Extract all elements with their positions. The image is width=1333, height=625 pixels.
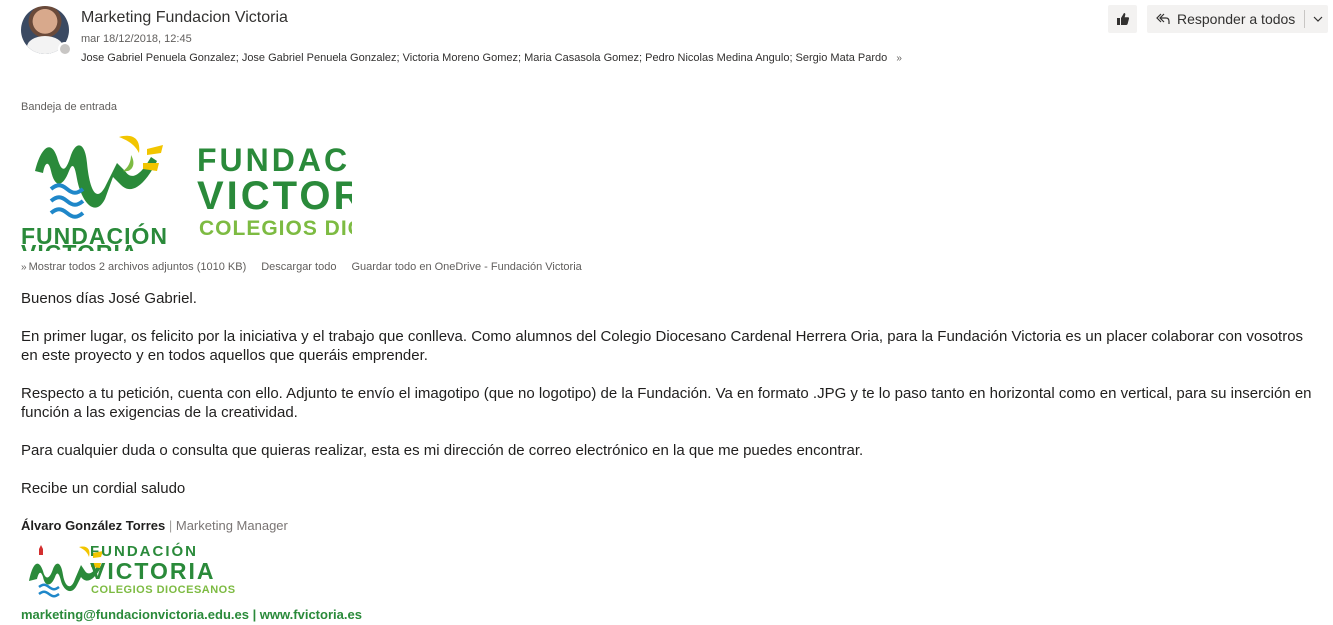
recipients-line: Jose Gabriel Penuela Gonzalez; Jose Gabr… [81, 52, 902, 64]
reply-all-button[interactable]: Responder a todos [1147, 5, 1328, 33]
button-divider [1304, 10, 1306, 28]
signature-logo-line2: VICTORIA [90, 558, 215, 584]
download-all-link[interactable]: Descargar todo [261, 261, 336, 273]
vertical-logo-line2: VICTORIA [21, 240, 138, 251]
signature-logo: FUNDACIÓN VICTORIA COLEGIOS DIOCESANOS [25, 541, 240, 599]
body-paragraph-3: Para cualquier duda o consulta que quier… [21, 442, 864, 459]
signature-role: Marketing Manager [175, 518, 288, 533]
reply-all-icon [1155, 11, 1171, 27]
folder-label[interactable]: Bandeja de entrada [21, 101, 117, 113]
message-body: Buenos días José Gabriel. En primer luga… [21, 289, 1321, 498]
attachment-thumbnails: FUNDACIÓN VICTORIA FUNDACIÓN VICTORIA CO… [21, 127, 352, 251]
presence-status-icon [58, 42, 72, 56]
horizontal-logo-line1: FUNDACIÓN [197, 142, 352, 178]
signature-logo-line3: COLEGIOS DIOCESANOS [91, 584, 236, 596]
recipients-list[interactable]: Jose Gabriel Penuela Gonzalez; Jose Gabr… [81, 52, 887, 64]
signature-name-line: Álvaro González Torres | Marketing Manag… [21, 518, 288, 533]
body-paragraph-2: Respecto a tu petición, cuenta con ello.… [21, 385, 1312, 421]
signature-separator: | [165, 518, 176, 533]
closing: Recibe un cordial saludo [21, 480, 186, 497]
chevron-down-icon[interactable] [1312, 13, 1324, 25]
message-subject: Marketing Fundacion Victoria [81, 9, 288, 26]
save-to-onedrive-link[interactable]: Guardar todo en OneDrive - Fundación Vic… [351, 261, 581, 273]
greeting: Buenos días José Gabriel. [21, 290, 197, 307]
signature-name: Álvaro González Torres [21, 518, 166, 533]
attachment-actions: » Mostrar todos 2 archivos adjuntos (101… [21, 261, 597, 273]
signature-contact[interactable]: marketing@fundacionvictoria.edu.es | www… [21, 607, 362, 622]
expand-recipients-icon[interactable]: » [896, 53, 902, 64]
message-date: mar 18/12/2018, 12:45 [81, 33, 192, 45]
horizontal-logo-line3: COLEGIOS DIOCESANOS [199, 217, 352, 240]
thumbs-up-icon [1116, 13, 1129, 25]
body-paragraph-1: En primer lugar, os felicito por la inic… [21, 328, 1304, 364]
attachment-vertical-logo[interactable]: FUNDACIÓN VICTORIA [21, 127, 187, 251]
show-all-attachments-link[interactable]: Mostrar todos 2 archivos adjuntos (1010 … [29, 261, 247, 273]
attachment-horizontal-logo[interactable]: FUNDACIÓN VICTORIA COLEGIOS DIOCESANOS [189, 127, 352, 251]
reply-all-label: Responder a todos [1177, 11, 1296, 27]
double-chevron-down-icon: » [21, 261, 27, 273]
like-button[interactable] [1108, 5, 1137, 33]
message-header: Marketing Fundacion Victoria mar 18/12/2… [0, 0, 1333, 80]
horizontal-logo-line2: VICTORIA [197, 174, 352, 218]
